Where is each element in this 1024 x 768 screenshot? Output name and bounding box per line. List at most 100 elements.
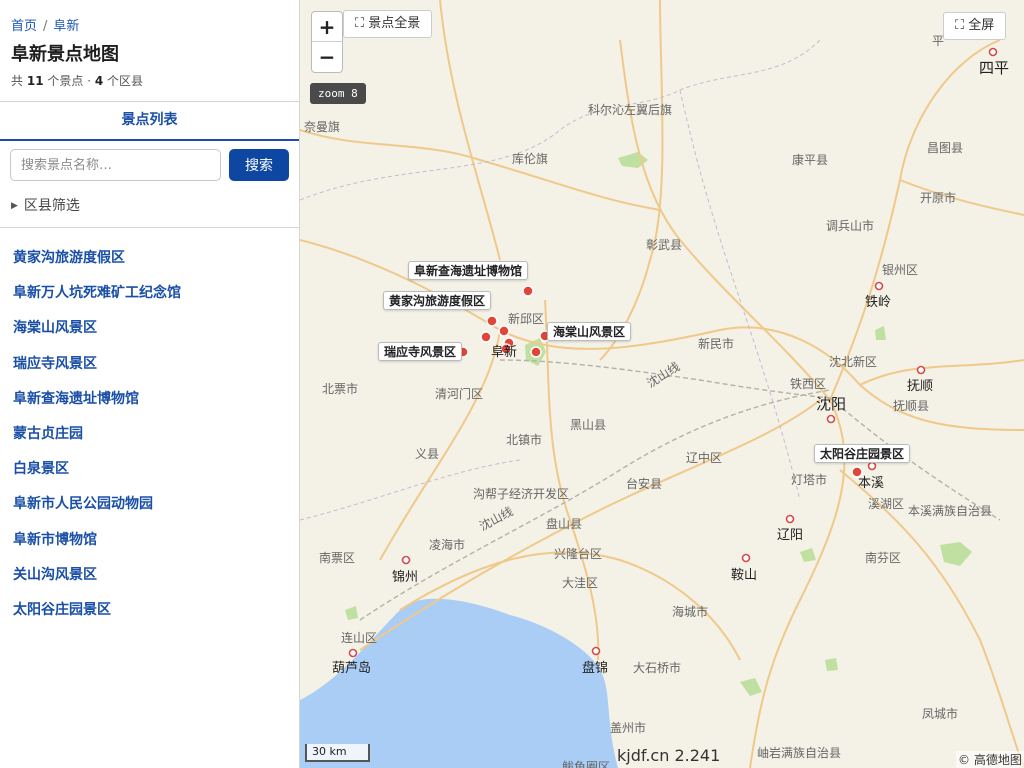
- city-label: 鞍山: [731, 568, 758, 583]
- zoom-in-button[interactable]: +: [312, 12, 342, 42]
- city-label: 锦州: [392, 570, 419, 585]
- spot-marker[interactable]: [522, 285, 534, 297]
- spot-link[interactable]: 海棠山风景区: [13, 317, 181, 352]
- city-dot: [785, 514, 795, 524]
- sidebar: 首页 / 阜新 阜新景点地图 共 11 个景点 · 4 个区县 景点列表 搜索 ▶ 区…: [0, 0, 300, 768]
- spot-link[interactable]: 白泉景区: [13, 458, 181, 493]
- spot-popup[interactable]: 阜新查海遗址博物馆: [408, 261, 529, 280]
- spot-link[interactable]: 黄家沟旅游度假区: [13, 247, 181, 282]
- city-label: 抚顺: [907, 379, 934, 394]
- spot-link[interactable]: 蒙古贞庄园: [13, 423, 181, 458]
- city-dot: [348, 648, 358, 658]
- fullscreen-button[interactable]: ⛶ 全屏: [943, 12, 1007, 40]
- search-button[interactable]: 搜索: [229, 149, 289, 181]
- place-label: 沟帮子经济开发区: [473, 487, 570, 501]
- breadcrumb-home-link[interactable]: 首页: [11, 19, 37, 34]
- tab-spot-list[interactable]: 景点列表: [0, 102, 299, 141]
- city-label: 四平: [979, 59, 1010, 77]
- spot-marker[interactable]: [498, 325, 510, 337]
- city-label: 葫芦岛: [332, 661, 372, 676]
- city-dot: [988, 47, 998, 57]
- city-label: 沈阳: [816, 395, 847, 413]
- place-label: 连山区: [341, 631, 378, 645]
- city-dot: [867, 461, 877, 471]
- breadcrumb-current-link[interactable]: 阜新: [53, 19, 79, 34]
- county-count: 4: [94, 74, 104, 88]
- place-label: 辽中区: [686, 451, 723, 465]
- zoom-level-badge: zoom 8: [310, 83, 366, 104]
- city-label: 铁岭: [865, 295, 892, 310]
- place-label: 凤城市: [922, 707, 959, 721]
- spot-popup[interactable]: 瑞应寺风景区: [378, 342, 463, 361]
- place-label: 黑山县: [570, 418, 607, 432]
- zoom-control: + −: [311, 11, 343, 73]
- place-label: 台安县: [626, 477, 663, 491]
- place-label: 库伦旗: [512, 152, 549, 166]
- city-dot: [401, 555, 411, 565]
- spot-link[interactable]: 关山沟风景区: [13, 564, 181, 599]
- place-label: 盖州市: [610, 721, 647, 735]
- spot-unit: 个景点 ·: [47, 74, 92, 88]
- city-label: 阜新: [491, 345, 518, 360]
- breadcrumb: 首页 / 阜新: [11, 15, 79, 34]
- place-label: 海城市: [672, 605, 709, 619]
- place-label: 大石桥市: [633, 661, 682, 675]
- place-label: 奈曼旗: [304, 120, 341, 134]
- place-label: 溪湖区: [868, 497, 905, 511]
- spot-count: 11: [26, 74, 44, 88]
- search-input[interactable]: [10, 149, 221, 181]
- spot-link[interactable]: 太阳谷庄园景区: [13, 599, 181, 634]
- place-label: 银州区: [882, 263, 919, 277]
- place-label: 沈北新区: [829, 355, 878, 369]
- city-dot: [591, 646, 601, 656]
- spot-popup[interactable]: 海棠山风景区: [547, 322, 632, 341]
- overview-button[interactable]: ⛶ 景点全景: [343, 10, 433, 38]
- place-label: 大洼区: [562, 576, 599, 590]
- city-dot: [916, 365, 926, 375]
- map-canvas[interactable]: 科尔沁左翼后旗 奈曼旗 库伦旗 康平县 昌图县 平 四平 开原市 调兵山市 彰武…: [300, 0, 1024, 768]
- place-label: 开原市: [920, 191, 957, 205]
- city-dot: [874, 281, 884, 291]
- place-label: 调兵山市: [826, 219, 875, 233]
- place-label: 北镇市: [506, 433, 543, 447]
- spot-link[interactable]: 阜新查海遗址博物馆: [13, 388, 181, 423]
- place-label: 盘山县: [546, 517, 583, 531]
- zoom-out-button[interactable]: −: [312, 42, 342, 72]
- spot-marker[interactable]: [480, 331, 492, 343]
- version-label: kjdf.cn 2.241: [617, 746, 721, 765]
- county-filter-label: 区县筛选: [23, 198, 80, 214]
- county-unit: 个区县: [107, 74, 144, 88]
- place-label: 兴隆台区: [554, 547, 603, 561]
- spot-link[interactable]: 瑞应寺风景区: [13, 353, 181, 388]
- spot-marker[interactable]: [530, 346, 542, 358]
- place-label: 义县: [415, 447, 440, 461]
- place-label: 北票市: [322, 382, 359, 396]
- city-dot: [741, 553, 751, 563]
- place-label: 本溪满族自治县: [908, 504, 993, 518]
- spot-link[interactable]: 阜新市人民公园动物园: [13, 493, 181, 528]
- scale-bar: 30 km: [305, 744, 370, 762]
- place-label: 南芬区: [865, 551, 902, 565]
- stats-prefix: 共: [11, 74, 24, 88]
- breadcrumb-separator: /: [43, 19, 48, 34]
- spot-marker[interactable]: [486, 315, 498, 327]
- place-label: 新邱区: [508, 312, 545, 326]
- stats-summary: 共 11 个景点 · 4 个区县: [11, 72, 143, 89]
- city-label: 本溪: [858, 476, 885, 491]
- page-title: 阜新景点地图: [11, 44, 119, 65]
- place-label: 康平县: [792, 153, 829, 167]
- place-label: 岫岩满族自治县: [757, 746, 842, 760]
- place-label: 南票区: [319, 551, 356, 565]
- county-filter-toggle[interactable]: ▶ 区县筛选: [11, 195, 80, 215]
- place-label: 铁西区: [790, 377, 827, 391]
- spot-popup[interactable]: 黄家沟旅游度假区: [383, 291, 492, 310]
- city-dot: [826, 414, 836, 424]
- place-label: 新民市: [698, 337, 735, 351]
- city-label: 辽阳: [777, 528, 804, 543]
- spot-popup[interactable]: 太阳谷庄园景区: [814, 444, 911, 463]
- place-label: 鲅鱼圈区: [562, 760, 611, 768]
- spot-link[interactable]: 阜新市博物馆: [13, 529, 181, 564]
- city-label: 盘锦: [582, 661, 609, 676]
- place-label: 清河门区: [435, 387, 484, 401]
- spot-link[interactable]: 阜新万人坑死难矿工纪念馆: [13, 282, 181, 317]
